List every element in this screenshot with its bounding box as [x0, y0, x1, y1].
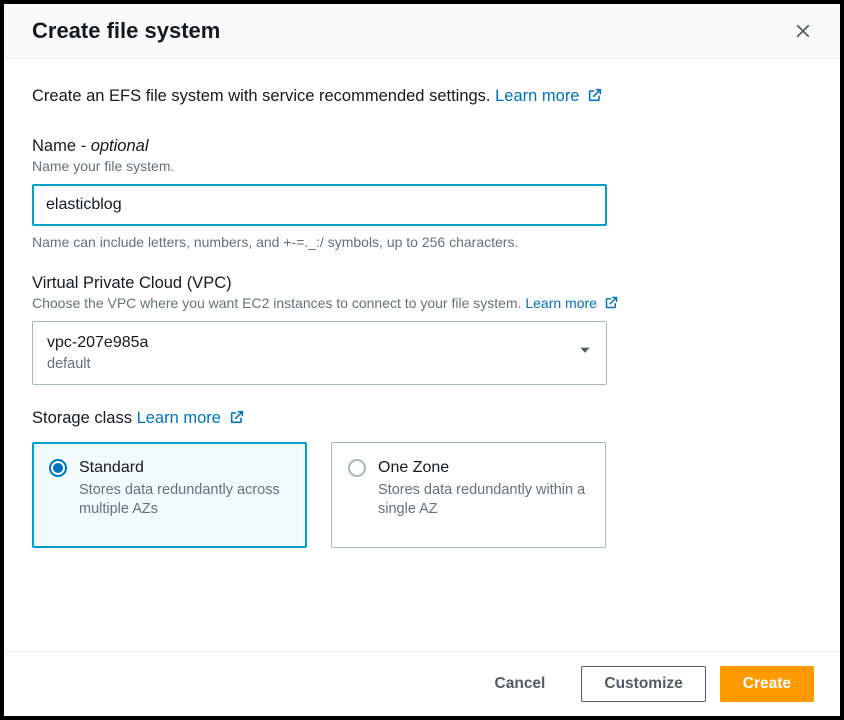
vpc-field: Virtual Private Cloud (VPC) Choose the V…	[32, 274, 812, 385]
storage-field: Storage class Learn more Standard Stores…	[32, 409, 812, 548]
chevron-down-icon	[578, 343, 592, 362]
customize-button[interactable]: Customize	[581, 666, 705, 702]
name-label-optional: - optional	[81, 137, 149, 155]
external-link-icon	[604, 295, 619, 310]
storage-option-standard[interactable]: Standard Stores data redundantly across …	[32, 442, 307, 548]
vpc-desc: Choose the VPC where you want EC2 instan…	[32, 295, 812, 311]
name-desc: Name your file system.	[32, 158, 812, 174]
tile-desc: Stores data redundantly across multiple …	[79, 481, 290, 520]
radio-icon	[348, 459, 366, 477]
vpc-label: Virtual Private Cloud (VPC)	[32, 274, 812, 293]
dialog-title: Create file system	[32, 18, 220, 44]
vpc-select[interactable]: vpc-207e985a default	[32, 321, 607, 385]
intro-text: Create an EFS file system with service r…	[32, 85, 812, 109]
radio-icon	[49, 459, 67, 477]
intro-learn-more-link[interactable]: Learn more	[495, 87, 603, 105]
vpc-selected-id: vpc-207e985a	[47, 332, 148, 354]
storage-option-onezone[interactable]: One Zone Stores data redundantly within …	[331, 442, 606, 548]
vpc-learn-more-link[interactable]: Learn more	[525, 295, 618, 311]
storage-label: Storage class Learn more	[32, 409, 812, 428]
cancel-button[interactable]: Cancel	[473, 667, 568, 701]
dialog-footer: Cancel Customize Create	[4, 651, 840, 716]
intro-text-content: Create an EFS file system with service r…	[32, 87, 491, 105]
name-hint: Name can include letters, numbers, and +…	[32, 234, 812, 250]
name-label: Name - optional	[32, 137, 812, 156]
vpc-link-text: Learn more	[525, 295, 597, 311]
storage-label-text: Storage class	[32, 409, 132, 427]
tile-text: Standard Stores data redundantly across …	[79, 457, 290, 533]
close-icon	[794, 22, 812, 40]
tile-title: Standard	[79, 457, 290, 479]
name-input[interactable]	[32, 184, 607, 226]
create-button[interactable]: Create	[720, 666, 814, 702]
dialog-header: Create file system	[4, 4, 840, 59]
dialog: Create file system Create an EFS file sy…	[0, 0, 844, 720]
close-button[interactable]	[790, 18, 816, 44]
vpc-select-text: vpc-207e985a default	[47, 332, 148, 375]
tile-desc: Stores data redundantly within a single …	[378, 481, 589, 520]
dialog-body: Create an EFS file system with service r…	[4, 59, 840, 651]
tile-text: One Zone Stores data redundantly within …	[378, 457, 589, 533]
storage-link-text: Learn more	[137, 409, 221, 427]
vpc-desc-text: Choose the VPC where you want EC2 instan…	[32, 295, 521, 311]
external-link-icon	[229, 409, 245, 425]
intro-link-text: Learn more	[495, 87, 579, 105]
tile-title: One Zone	[378, 457, 589, 479]
storage-learn-more-link[interactable]: Learn more	[137, 409, 245, 427]
storage-tiles: Standard Stores data redundantly across …	[32, 442, 812, 548]
external-link-icon	[587, 87, 603, 103]
name-label-text: Name	[32, 137, 81, 155]
vpc-selected-sub: default	[47, 354, 148, 374]
name-field: Name - optional Name your file system. N…	[32, 137, 812, 250]
